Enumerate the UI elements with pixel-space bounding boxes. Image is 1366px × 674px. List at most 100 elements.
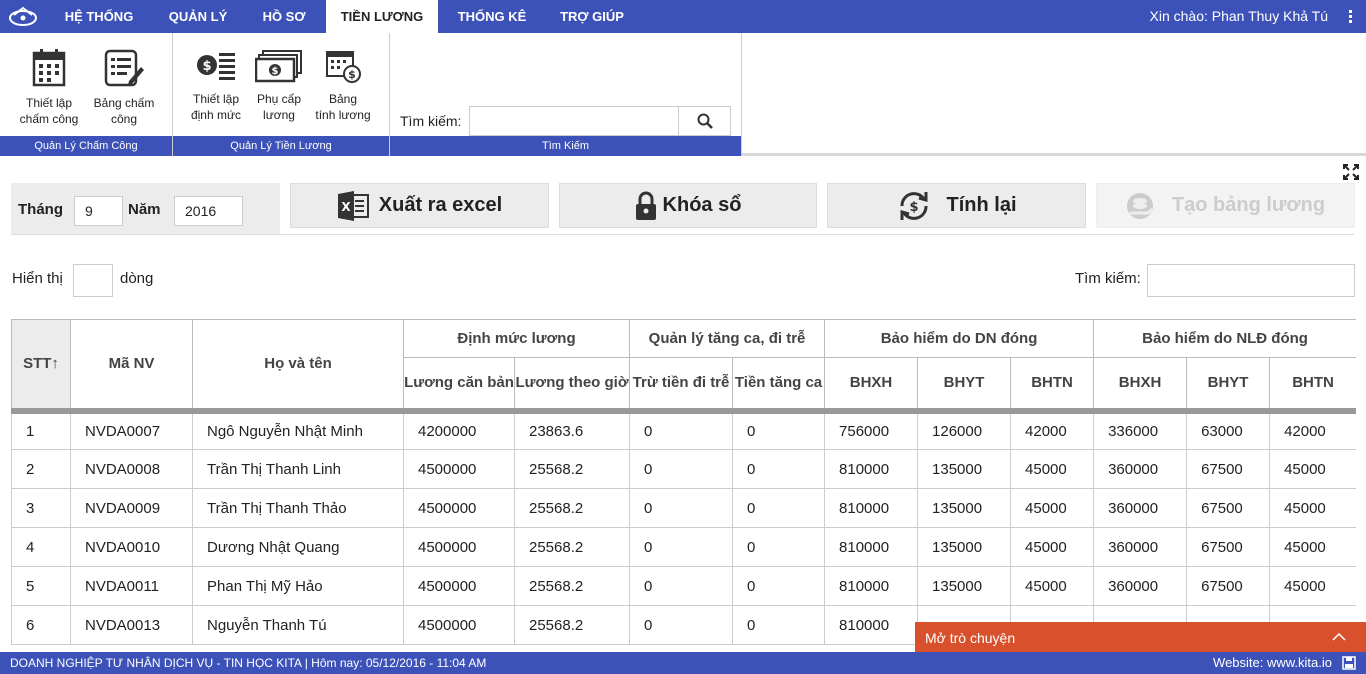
column-header-luong-can-ban[interactable]: Lương căn bản [403,357,515,414]
cell-tru-tien: 0 [629,449,734,489]
ribbon-btn-bang-tinh-luong[interactable]: $ Bảng tính lương [311,47,375,123]
cell-stt: 5 [11,566,71,606]
cell-ho-ten: Nguyễn Thanh Tú [192,605,404,645]
create-payroll-button[interactable]: Tạo bảng lương [1096,183,1355,228]
column-header-luong-theo-gio[interactable]: Lương theo giờ [513,357,631,414]
footer-website[interactable]: Website: www.kita.io [1213,652,1332,674]
cell-ma-nv: NVDA0013 [70,605,193,645]
ribbon-group-title: Quản Lý Tiền Lương [173,136,389,156]
cell-luong-theo-gio: 25568.2 [513,566,631,606]
column-group-tang-ca: Quản lý tăng ca, đi trễ [629,319,826,358]
page-size-input[interactable] [73,264,113,297]
ribbon-btn-label: lương [263,108,295,122]
ribbon-group-tim-kiem: Tìm Kiếm [390,33,742,156]
column-header-stt[interactable]: STT↑ [11,319,71,414]
cell-dn-bhxh: 756000 [824,410,919,450]
ribbon-btn-label: Bảng [328,92,358,106]
cell-tru-tien: 0 [629,566,734,606]
divider [11,234,1354,235]
ribbon-btn-phu-cap-luong[interactable]: $ Phụ cấp lương [251,47,307,123]
refresh-dollar-icon: $ [899,191,928,220]
cell-nld-bhtn: 45000 [1269,488,1356,528]
table-row[interactable]: 4 NVDA0010 Dương Nhật Quang 4500000 25568.2 0… [11,527,1356,567]
ribbon-group-title: Quản Lý Chấm Công [0,136,172,156]
svg-text:$: $ [909,200,918,215]
save-icon[interactable] [1342,656,1356,670]
column-header-nld-bhyt[interactable]: BHYT [1186,357,1271,414]
cell-luong-theo-gio: 25568.2 [513,527,631,567]
cell-luong-can-ban: 4500000 [403,566,515,606]
ribbon-group-title: Tìm Kiếm [390,136,741,156]
page-size-label: Hiển thị [12,270,63,287]
ribbon-btn-bang-cham-cong[interactable]: Bảng chấm công [88,47,160,127]
cell-ma-nv: NVDA0008 [70,449,193,489]
timesheet-edit-icon [104,49,144,87]
table-row[interactable]: 2 NVDA0008 Trần Thị Thanh Linh 4500000 25568… [11,449,1356,489]
cell-ma-nv: NVDA0011 [70,566,193,606]
column-header-nld-bhxh[interactable]: BHXH [1093,357,1188,414]
lock-ledger-button[interactable]: Khóa sổ [559,183,817,228]
cell-dn-bhxh: 810000 [824,605,919,645]
search-icon [697,113,713,129]
cell-tien-tang-ca: 0 [732,566,826,606]
cell-ma-nv: NVDA0007 [70,410,193,450]
column-header-dn-bhxh[interactable]: BHXH [824,357,919,414]
lock-icon [635,191,656,220]
month-input[interactable]: 9 [74,196,123,226]
tab-quan-ly[interactable]: QUẢN LÝ [158,0,238,33]
table-search-input[interactable] [1147,264,1355,297]
tab-he-thong[interactable]: HỆ THỐNG [54,0,144,33]
more-menu-icon[interactable] [1344,8,1356,26]
calendar-dollar-icon: $ [326,51,361,83]
ribbon-btn-thiet-lap-cham-cong[interactable]: Thiết lập chấm công [12,47,86,127]
column-header-tien-tang-ca[interactable]: Tiền tăng ca [732,357,826,414]
recalculate-button[interactable]: $ Tính lại [827,183,1086,228]
table-row[interactable]: 5 NVDA0011 Phan Thị Mỹ Hảo 4500000 25568.2 0 0… [11,566,1356,606]
cell-nld-bhxh: 360000 [1093,527,1188,567]
cell-luong-can-ban: 4500000 [403,527,515,567]
tab-thong-ke[interactable]: THỐNG KÊ [448,0,536,33]
export-excel-button[interactable]: X Xuất ra excel [290,183,549,228]
column-header-tru-tien[interactable]: Trừ tiền đi trễ [629,357,734,414]
cell-tien-tang-ca: 0 [732,410,826,450]
tab-tro-giup[interactable]: TRỢ GIÚP [552,0,632,33]
cell-dn-bhxh: 810000 [824,566,919,606]
export-excel-label: Xuất ra excel [378,194,503,216]
cell-dn-bhxh: 810000 [824,488,919,528]
ribbon-btn-label: định mức [190,108,242,122]
expand-icon[interactable] [1343,164,1359,180]
column-header-ho-ten[interactable]: Họ và tên [192,319,404,414]
year-input[interactable]: 2016 [174,196,243,226]
cell-dn-bhtn: 45000 [1010,527,1095,567]
cell-nld-bhtn: 45000 [1269,449,1356,489]
cell-tru-tien: 0 [629,605,734,645]
ribbon-btn-label: công [110,112,138,126]
footer-company-date: DOANH NGHIỆP TƯ NHÂN DỊCH VỤ - TIN HỌC K… [10,656,487,670]
ribbon-search-input[interactable] [469,106,679,136]
table-row[interactable]: 1 NVDA0007 Ngô Nguyễn Nhật Minh 4200000 2386… [11,410,1356,450]
ribbon-group-cham-cong: Thiết lập chấm công Bảng chấm công Quản … [0,33,173,156]
tab-tien-luong[interactable]: TIỀN LƯƠNG [326,0,438,33]
calendar-icon [32,49,66,87]
column-header-dn-bhyt[interactable]: BHYT [917,357,1012,414]
status-footer: DOANH NGHIỆP TƯ NHÂN DỊCH VỤ - TIN HỌC K… [0,652,1366,674]
table-row[interactable]: 3 NVDA0009 Trần Thị Thanh Thảo 4500000 25568… [11,488,1356,528]
cell-ma-nv: NVDA0009 [70,488,193,528]
cell-luong-can-ban: 4500000 [403,488,515,528]
top-navigation: HỆ THỐNG QUẢN LÝ HỒ SƠ TIỀN LƯƠNG THỐNG … [0,0,1366,33]
open-chat-button[interactable]: Mở trò chuyện [915,622,1366,652]
tab-ho-so[interactable]: HỒ SƠ [252,0,316,33]
column-header-ma-nv[interactable]: Mã NV [70,319,193,414]
svg-text:$: $ [272,66,279,77]
ribbon-btn-thiet-lap-dinh-muc[interactable]: $ Thiết lập định mức [185,47,247,123]
column-group-dinh-muc: Định mức lương [402,319,631,358]
excel-icon: X [337,190,369,221]
column-header-dn-bhtn[interactable]: BHTN [1010,357,1095,414]
cell-dn-bhyt: 135000 [917,527,1012,567]
cell-luong-theo-gio: 23863.6 [513,410,631,450]
cell-ho-ten: Dương Nhật Quang [192,527,404,567]
column-header-nld-bhtn[interactable]: BHTN [1269,357,1356,414]
app-logo-icon[interactable] [8,5,38,27]
ribbon-search-button[interactable] [678,106,731,136]
cell-luong-theo-gio: 25568.2 [513,449,631,489]
